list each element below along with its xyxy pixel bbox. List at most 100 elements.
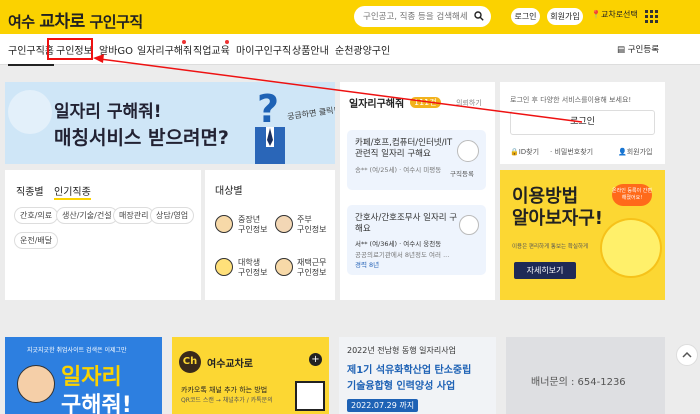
job-category-panel: 직종별 인기직종 간호/의료 생산/기술/건설 매장관리 상담/영업 운전/배달 [5, 170, 201, 300]
card3-line2: 기술융합형 인력양성 사업 [347, 381, 456, 392]
card1-big2: 구해줘! [61, 393, 132, 414]
category-tag[interactable]: 간호/의료 [14, 207, 59, 224]
job-register-link[interactable]: ▤ 구인등록 [617, 43, 659, 55]
card2-line2: QR코드 스캔 → 채널추가 / 카톡문의 [181, 397, 273, 404]
card-desc: 공공의료기관에서 8년정도 여러 ... [355, 251, 450, 259]
target-l2: 구인정보 [297, 225, 327, 234]
howto-line2: 알아보자구! [512, 208, 604, 229]
all-menu-icon[interactable] [645, 10, 658, 23]
location-label: 교차로선택 [600, 10, 638, 19]
howto-detail-button[interactable]: 자세히보기 [514, 262, 576, 279]
target-l1: 대학생 [238, 258, 261, 267]
card-location: 여수시 웅천동 [403, 240, 442, 248]
banner-line1: 일자리 구해줘! [54, 102, 162, 122]
card-title-line1: 간호사/간호조무사 일자리 구 [355, 213, 458, 223]
mascot-chick-icon [600, 218, 662, 278]
top-header: 여수 교차로 구인구직 로그인 회원가입 📍교차로선택 [0, 0, 700, 34]
card-title-line1: 카페/호프,컴퓨터/인터넷/IT [355, 138, 453, 148]
nav-suncheon[interactable]: 순천광양구인 [335, 42, 390, 57]
signup-button[interactable]: 회원가입 [547, 8, 583, 25]
howto-line1: 이용방법 [512, 186, 579, 207]
bottom-banner-program[interactable]: 2022년 전남형 동행 일자리사업 제1기 석유화학산업 탄소중립 기술융합형… [339, 337, 496, 414]
target-title: 대상별 [215, 186, 243, 197]
howto-sub: 이용은 편리하게 통보는 확실하게 [512, 244, 589, 250]
target-housewife[interactable]: 주부 구인정보 [297, 215, 326, 235]
card3-top: 2022년 전남형 동행 일자리사업 [347, 346, 456, 355]
matching-banner[interactable]: ? 일자리 구해줘! 매칭서비스 받으려면? 궁금하면 클릭! [5, 82, 335, 164]
site-logo[interactable]: 여수 교차로 구인구직 [8, 7, 143, 32]
scroll-top-button[interactable] [676, 344, 698, 366]
find-password-link[interactable]: · 비밀번호찾기 [550, 147, 593, 157]
card-experience: 경력 8년 [355, 261, 380, 269]
card2-title: 여수교차로 [207, 359, 253, 370]
card3-date: 2022.07.29 까지 [347, 399, 419, 412]
user-icon: 👤 [618, 148, 627, 156]
banner-line2: 매칭서비스 받으려면? [54, 127, 229, 149]
logo-suffix: 구인구직 [89, 13, 144, 31]
category-tag[interactable]: 매장관리 [113, 207, 155, 224]
target-l1: 중장년 [238, 215, 261, 224]
new-dot [225, 40, 229, 44]
mascot-person-icon [17, 365, 55, 403]
category-tag[interactable]: 생산/기술/건설 [56, 207, 118, 224]
howto-banner[interactable]: 이용방법 알아보자구! 온라인 등록이 간편해졌어요! 이용은 편리하게 통보는 … [500, 170, 665, 300]
main-nav: 구인구직홈 구인정보 알바GO 일자리구해줘 직업교육 마이구인구직 상품안내 … [0, 34, 700, 66]
find-password-label: 비밀번호찾기 [554, 148, 594, 156]
target-l2: 구인정보 [238, 225, 268, 234]
job-register-label: 구인등록 [627, 45, 660, 55]
search-icon[interactable] [474, 11, 484, 21]
nav-albago[interactable]: 알바GO [99, 42, 133, 57]
add-channel-icon[interactable]: + [309, 353, 322, 366]
target-middle-aged[interactable]: 중장년 구인정보 [238, 215, 267, 235]
target-l1: 주부 [297, 215, 312, 224]
howto-title: 이용방법 알아보자구! [512, 186, 603, 230]
middle-aged-avatar-icon [215, 215, 233, 233]
join-link[interactable]: 👤회원가입 [618, 147, 652, 157]
target-student[interactable]: 대학생 구인정보 [238, 258, 267, 278]
request-link[interactable]: 의뢰하기 [456, 98, 482, 108]
nav-education[interactable]: 직업교육 [193, 42, 230, 57]
bottom-banner-kakao[interactable]: Ch 여수교차로 + 카카오톡 채널 추가 하는 방법 QR코드 스캔 → 채널… [172, 337, 329, 414]
category-tag[interactable]: 상담/영업 [150, 207, 195, 224]
job-seekers-title: 일자리구해줘 [349, 99, 405, 110]
job-seeker-card[interactable]: 카페/호프,컴퓨터/인터넷/IT 관련직 일자리 구해요 송** (여/25세)… [347, 130, 486, 190]
card3-line1: 제1기 석유화학산업 탄소중립 [347, 365, 472, 376]
logo-prefix: 여수 [8, 13, 35, 31]
location-pin-icon: 📍 [591, 10, 601, 19]
target-remote[interactable]: 재택근무 구인정보 [297, 258, 326, 278]
search-input[interactable] [363, 6, 467, 27]
card2-line1: 카카오톡 채널 추가 하는 방법 [181, 386, 268, 394]
category-tag[interactable]: 운전/배달 [14, 232, 59, 249]
nav-find-job[interactable]: 일자리구해줘 [137, 42, 192, 57]
panel-login-button[interactable]: 로그인 [510, 110, 655, 135]
target-l2: 구인정보 [297, 268, 327, 277]
job-seeker-card[interactable]: 간호사/간호조무사 일자리 구 해요 서** (여/36세) · 여수시 웅천동… [347, 205, 486, 275]
find-id-link[interactable]: 🔒ID찾기 [510, 147, 539, 157]
target-l1: 재택근무 [297, 258, 327, 267]
seeker-avatar-icon [459, 215, 479, 235]
bottom-banner-ad[interactable]: 배너문의 : 654-1236 [506, 337, 665, 414]
kakao-channel-icon: Ch [179, 351, 201, 373]
nav-my-page[interactable]: 마이구인구직 [236, 42, 291, 57]
card-seeker: 서** (여/36세) [355, 240, 398, 248]
howto-bubble: 온라인 등록이 간편해졌어요! [612, 184, 652, 206]
login-prompt: 로그인 후 다양한 서비스를이용해 보세요! [510, 96, 632, 104]
tab-popular[interactable]: 인기직종 [54, 183, 91, 200]
highlight-box [47, 38, 93, 60]
target-l2: 구인정보 [238, 268, 268, 277]
new-dot [182, 40, 186, 44]
chevron-up-icon [682, 351, 692, 358]
remote-worker-avatar-icon [275, 258, 293, 276]
find-id-label: ID찾기 [518, 148, 540, 156]
login-panel: 로그인 후 다양한 서비스를이용해 보세요! 로그인 🔒ID찾기 · 비밀번호찾… [500, 82, 665, 164]
tab-by-job[interactable]: 직종별 [16, 183, 44, 198]
logo-brand: 교차로 [39, 12, 85, 32]
card-title-line2: 관련직 일자리 구해요 [355, 149, 431, 159]
location-select[interactable]: 📍교차로선택 [591, 9, 638, 20]
nav-products[interactable]: 상품안내 [292, 42, 329, 57]
login-button[interactable]: 로그인 [511, 8, 540, 25]
search-box [354, 6, 491, 27]
ad-inquiry-text: 배너문의 : 654-1236 [531, 377, 626, 388]
bottom-banner-findjob[interactable]: 지긋지긋한 취업사이트 검색은 이제그만 일자리 구해줘! [5, 337, 162, 414]
card-badge: 구직등록 [450, 170, 474, 178]
